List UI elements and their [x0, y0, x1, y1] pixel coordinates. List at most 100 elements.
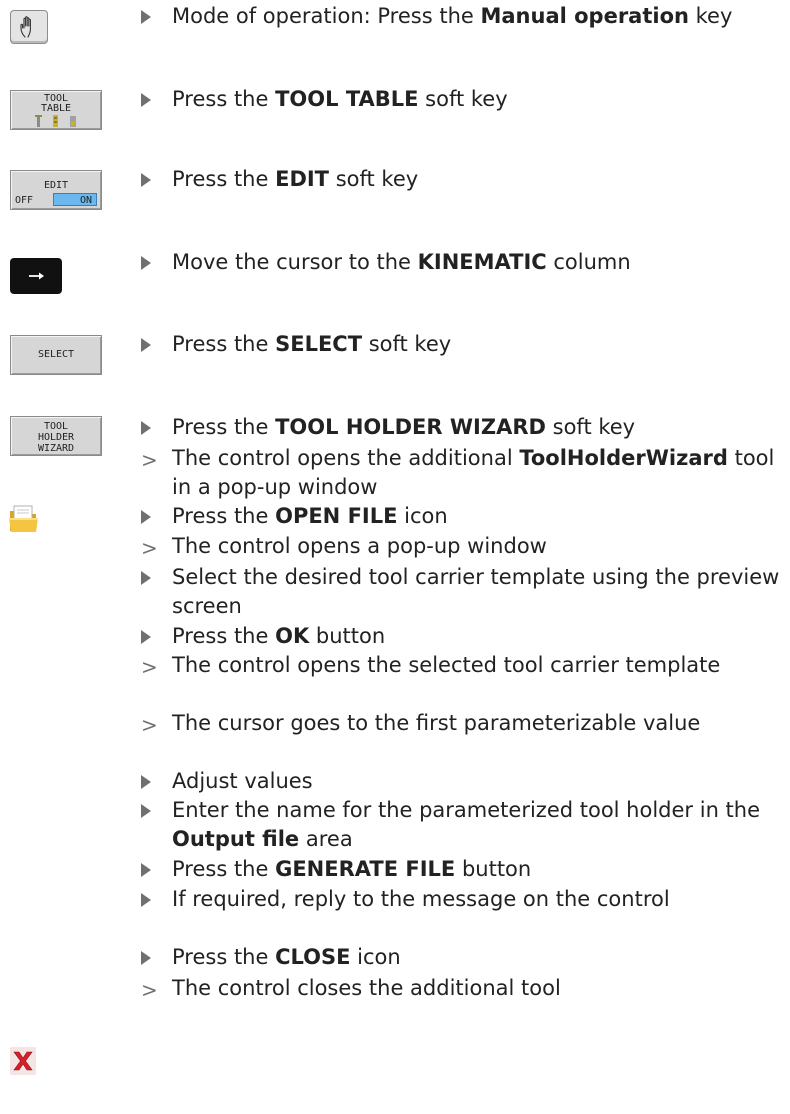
close-x-icon[interactable]: [10, 1047, 36, 1075]
step-bullet-icon: [141, 893, 151, 907]
step-text-part: icon: [397, 504, 448, 528]
result-marker: >: [141, 448, 158, 472]
step-text-part: The control closes the additional tool: [172, 976, 561, 1000]
step-bullet-icon: [141, 510, 151, 524]
step-text-part: soft key: [362, 332, 452, 356]
softkey-label: WIZARD: [37, 443, 75, 454]
step-text-part: Press the: [172, 167, 276, 191]
softkey-label: TOOL: [43, 421, 69, 432]
step-bullet-icon: [141, 630, 151, 644]
result-text: The control opens the selected tool carr…: [172, 651, 780, 680]
step-text-part: button: [455, 857, 532, 881]
step-text-part: Press the: [172, 87, 276, 111]
step-text-part: Move the cursor to the: [172, 250, 418, 274]
step-text-part: Press the: [172, 415, 276, 439]
step-text-part: area: [299, 827, 353, 851]
step-text-part: soft key: [418, 87, 508, 111]
step-keyword: OPEN FILE: [275, 504, 398, 528]
step-text-part: icon: [350, 945, 401, 969]
step-text-part: Press the: [172, 504, 276, 528]
step-text-part: soft key: [545, 415, 636, 439]
step-text-part: The cursor goes to the first parameteriz…: [172, 711, 701, 735]
step-text-part: Enter the name for the parameterized too…: [172, 798, 761, 822]
arrow-right-icon: [29, 272, 44, 280]
result-text: The control opens a pop-up window: [172, 532, 780, 561]
tool-holder-wizard-softkey[interactable]: TOOL HOLDER WIZARD: [10, 416, 102, 456]
icon-column: TOOL TABLE EDIT OFF ON SELECT TOOL HOLDE…: [0, 0, 130, 1114]
step-keyword: CLOSE: [275, 945, 351, 969]
step-text-part: Adjust values: [172, 769, 313, 793]
step-text-part: Mode of operation: Press the: [172, 4, 481, 28]
step-text-part: Press the: [172, 332, 276, 356]
step-text: Press the OK button: [172, 622, 780, 651]
step-keyword: ToolHolderWizard: [519, 446, 728, 470]
step-keyword: GENERATE FILE: [275, 857, 456, 881]
tool-table-graphic-icon: [35, 115, 76, 127]
step-text-part: If required, reply to the message on the…: [172, 887, 670, 911]
step-keyword: EDIT: [275, 167, 330, 191]
result-marker: >: [141, 978, 158, 1002]
step-bullet-icon: [141, 173, 151, 187]
step-text: Select the desired tool carrier template…: [172, 563, 780, 621]
step-text-part: Select the desired tool carrier template…: [172, 565, 780, 618]
step-bullet-icon: [141, 571, 151, 585]
step-text-part: soft key: [329, 167, 419, 191]
edit-on-toggle: ON: [53, 193, 97, 206]
step-bullet-icon: [141, 93, 151, 107]
step-text-part: Press the: [172, 857, 276, 881]
arrow-right-key[interactable]: [10, 258, 62, 294]
step-bullet-icon: [141, 256, 151, 270]
softkey-label: TABLE: [40, 103, 72, 114]
result-text: The cursor goes to the first parameteriz…: [172, 709, 780, 738]
step-text-part: button: [309, 624, 386, 648]
step-text: Press the GENERATE FILE button: [172, 855, 780, 884]
step-keyword: TOOL TABLE: [275, 87, 419, 111]
step-text: Press the OPEN FILE icon: [172, 502, 780, 531]
step-text: Enter the name for the parameterized too…: [172, 796, 780, 854]
hand-icon: [20, 16, 31, 38]
step-keyword: Manual operation: [480, 4, 689, 28]
step-text: Move the cursor to the KINEMATIC column: [172, 248, 780, 277]
step-text-part: key: [688, 4, 733, 28]
softkey-label: HOLDER: [37, 432, 75, 443]
step-text: Adjust values: [172, 767, 780, 796]
step-text: If required, reply to the message on the…: [172, 885, 780, 914]
step-bullet-icon: [141, 804, 151, 818]
tool-table-softkey[interactable]: TOOL TABLE: [10, 90, 102, 130]
edit-softkey[interactable]: EDIT OFF ON: [10, 170, 102, 210]
step-bullet-icon: [141, 338, 151, 352]
step-bullet-icon: [141, 10, 151, 24]
step-keyword: KINEMATIC: [417, 250, 547, 274]
step-text-part: The control opens the selected tool carr…: [172, 653, 721, 677]
step-text-part: column: [546, 250, 631, 274]
step-text: Press the CLOSE icon: [172, 943, 780, 972]
step-text: Press the TOOL TABLE soft key: [172, 85, 780, 114]
select-softkey[interactable]: SELECT: [10, 335, 102, 375]
step-bullet-icon: [141, 421, 151, 435]
step-text: Mode of operation: Press the Manual oper…: [172, 2, 780, 31]
step-text: Press the EDIT soft key: [172, 165, 780, 194]
step-text-part: The control opens a pop-up window: [172, 534, 547, 558]
step-keyword: SELECT: [275, 332, 363, 356]
result-marker: >: [141, 536, 158, 560]
step-text: Press the SELECT soft key: [172, 330, 780, 359]
manual-operation-hand-key[interactable]: [10, 10, 48, 44]
softkey-label: EDIT: [43, 180, 69, 191]
step-text-part: Press the: [172, 945, 276, 969]
step-keyword: OK: [275, 624, 310, 648]
step-bullet-icon: [141, 951, 151, 965]
step-keyword: TOOL HOLDER WIZARD: [275, 415, 546, 439]
edit-off-label: OFF: [15, 195, 34, 206]
step-text-part: Press the: [172, 624, 276, 648]
open-file-folder-icon[interactable]: [8, 504, 40, 534]
step-bullet-icon: [141, 863, 151, 877]
result-marker: >: [141, 655, 158, 679]
softkey-label: SELECT: [37, 349, 75, 360]
step-bullet-icon: [141, 775, 151, 789]
step-text-part: The control opens the additional: [172, 446, 520, 470]
result-text: The control closes the additional tool: [172, 974, 780, 1003]
result-text: The control opens the additional ToolHol…: [172, 444, 780, 502]
step-keyword: Output file: [172, 827, 300, 851]
result-marker: >: [141, 713, 158, 737]
step-text: Press the TOOL HOLDER WIZARD soft key: [172, 413, 780, 442]
